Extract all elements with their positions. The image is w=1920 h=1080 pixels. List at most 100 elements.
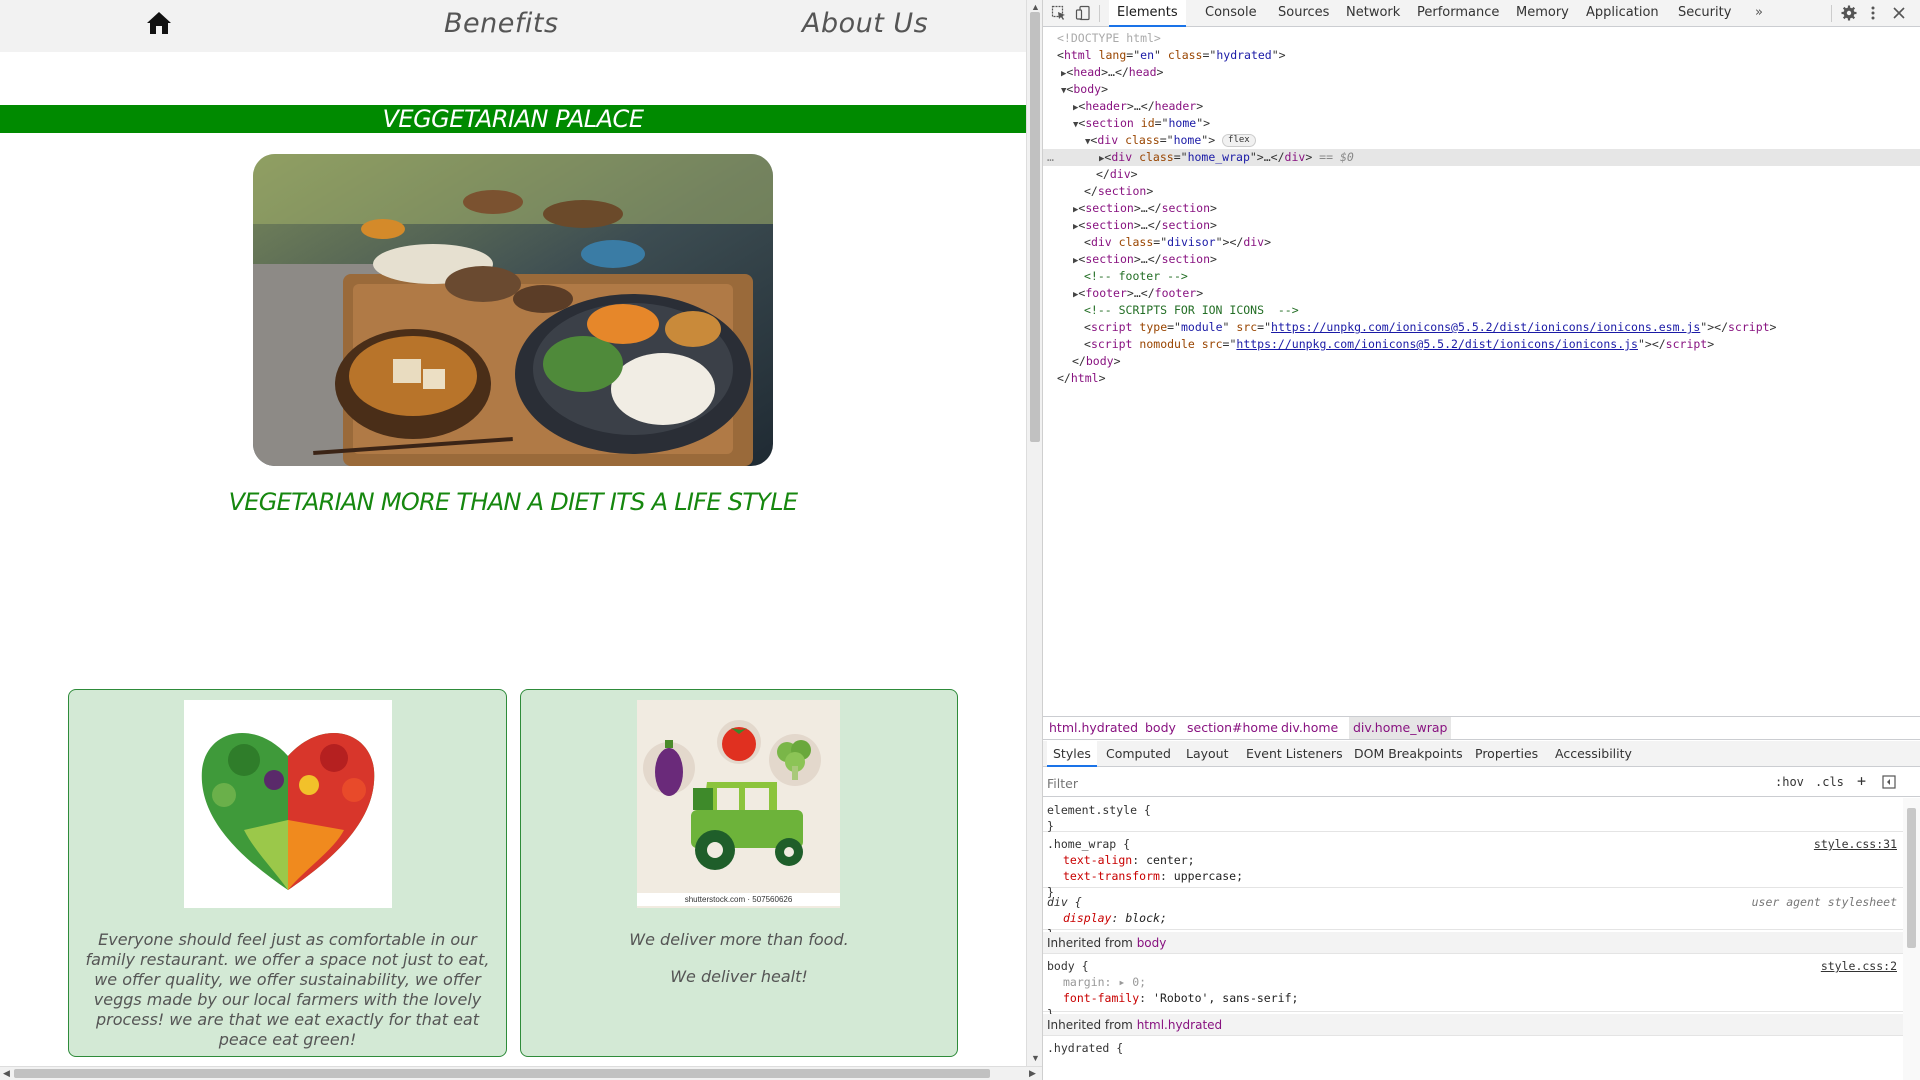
collapse-triangle-icon[interactable]: ▼ [1085, 137, 1090, 147]
card-line-2: We deliver healt! [670, 967, 808, 986]
style-declaration[interactable]: text-transform: uppercase; [1063, 868, 1243, 884]
nav-link-about-us[interactable]: About Us [802, 8, 928, 39]
breadcrumb-item[interactable]: body [1145, 720, 1176, 735]
flex-badge[interactable]: flex [1222, 134, 1256, 147]
dom-footer-node[interactable]: ▶<footer>…</footer> [1043, 285, 1920, 302]
styles-filter-row: :hov .cls + [1043, 769, 1920, 797]
dom-section-node[interactable]: ▶<section>…</section> [1043, 200, 1920, 217]
tab-security[interactable]: Security [1678, 0, 1731, 27]
dom-div-home-wrap-node[interactable]: … ▶<div class="home_wrap">…</div> == $0 [1043, 149, 1920, 166]
style-declaration-inactive[interactable]: margin: ▸ 0; [1063, 974, 1146, 990]
tab-event-listeners[interactable]: Event Listeners [1246, 741, 1343, 767]
dom-div-home-node[interactable]: ▼<div class="home"> flex [1043, 132, 1920, 149]
benefit-card-delivery: shutterstock.com · 507560626 We deliver … [520, 689, 958, 1057]
dom-head-node[interactable]: ▶<head>…</head> [1043, 64, 1920, 81]
dom-body-close[interactable]: </body> [1043, 353, 1920, 370]
dom-div-close[interactable]: </div> [1043, 166, 1920, 183]
expand-triangle-icon[interactable]: ▶ [1073, 103, 1078, 113]
collapse-triangle-icon[interactable]: ▼ [1061, 86, 1066, 96]
breadcrumb-item[interactable]: html.hydrated [1049, 720, 1138, 735]
style-declaration[interactable]: display: block; [1063, 910, 1167, 926]
scrollbar-thumb[interactable] [1030, 12, 1040, 442]
dom-section-node[interactable]: ▶<section>…</section> [1043, 251, 1920, 268]
tab-dom-breakpoints[interactable]: DOM Breakpoints [1354, 741, 1463, 767]
nav-link-benefits[interactable]: Benefits [444, 8, 559, 39]
dom-div-divisor-node[interactable]: <div class="divisor"></div> [1043, 234, 1920, 251]
expand-triangle-icon[interactable]: ▶ [1073, 222, 1078, 232]
styles-pane-tabs: Styles Computed Layout Event Listeners D… [1043, 741, 1920, 767]
more-options-icon[interactable] [1865, 5, 1881, 21]
close-icon[interactable] [1891, 5, 1907, 21]
dom-body-node[interactable]: ▼<body> [1043, 81, 1920, 98]
class-toggle[interactable]: .cls [1815, 775, 1844, 789]
style-declaration[interactable]: text-align: center; [1063, 852, 1195, 868]
tab-elements[interactable]: Elements [1109, 0, 1186, 27]
page-vertical-scrollbar[interactable]: ▲ ▼ [1026, 0, 1042, 1066]
breadcrumb-item[interactable]: div.home [1281, 720, 1338, 735]
tab-console[interactable]: Console [1205, 0, 1257, 27]
tab-performance[interactable]: Performance [1417, 0, 1499, 27]
dom-doctype[interactable]: <!DOCTYPE html> [1043, 30, 1920, 47]
styles-scrollbar[interactable] [1903, 798, 1920, 1080]
dom-script-nomodule-node[interactable]: <script nomodule src="https://unpkg.com/… [1043, 336, 1920, 353]
dom-section-close[interactable]: </section> [1043, 183, 1920, 200]
device-toolbar-icon[interactable] [1075, 5, 1091, 21]
breadcrumb-item-active[interactable]: div.home_wrap [1349, 717, 1452, 739]
new-style-rule-button[interactable]: + [1857, 772, 1866, 790]
tab-network[interactable]: Network [1346, 0, 1400, 27]
dom-html-node[interactable]: <html lang="en" class="hydrated"> [1043, 47, 1920, 64]
expand-triangle-icon[interactable]: ▶ [1073, 256, 1078, 266]
node-actions-dots[interactable]: … [1047, 149, 1054, 166]
scrollbar-thumb[interactable] [1907, 808, 1916, 948]
collapse-triangle-icon[interactable]: ▼ [1073, 120, 1078, 130]
tab-layout[interactable]: Layout [1186, 741, 1229, 767]
hover-state-toggle[interactable]: :hov [1775, 775, 1804, 789]
styles-filter-input[interactable] [1047, 773, 1767, 793]
rule-source-user-agent: user agent stylesheet [1751, 895, 1897, 909]
dom-section-node[interactable]: ▶<section>…</section> [1043, 217, 1920, 234]
script-src-link[interactable]: https://unpkg.com/ionicons@5.5.2/dist/io… [1271, 320, 1700, 334]
tab-computed[interactable]: Computed [1106, 741, 1171, 767]
scroll-up-arrow-icon[interactable]: ▲ [1031, 2, 1040, 12]
settings-gear-icon[interactable] [1841, 5, 1857, 21]
scroll-right-arrow-icon[interactable]: ▶ [1029, 1068, 1036, 1079]
scroll-left-arrow-icon[interactable]: ◀ [3, 1068, 10, 1079]
dom-comment-footer[interactable]: <!-- footer --> [1043, 268, 1920, 285]
scrollbar-thumb[interactable] [14, 1069, 990, 1078]
dom-script-module-node[interactable]: <script type="module" src="https://unpkg… [1043, 319, 1920, 336]
dom-section-home-node[interactable]: ▼<section id="home"> [1043, 115, 1920, 132]
page-horizontal-scrollbar[interactable]: ◀ ▶ [0, 1066, 1042, 1080]
style-rule-div[interactable]: div { user agent stylesheet display: blo… [1043, 890, 1903, 941]
style-rule-hydrated[interactable]: .hydrated { [1043, 1036, 1903, 1076]
expand-triangle-icon[interactable]: ▶ [1073, 290, 1078, 300]
dom-tree: <!DOCTYPE html> <html lang="en" class="h… [1043, 30, 1920, 710]
tab-properties[interactable]: Properties [1475, 741, 1538, 767]
toggle-computed-sidebar-icon[interactable] [1882, 775, 1896, 789]
tab-memory[interactable]: Memory [1516, 0, 1569, 27]
expand-triangle-icon[interactable]: ▶ [1073, 205, 1078, 215]
dom-header-node[interactable]: ▶<header>…</header> [1043, 98, 1920, 115]
dom-html-close[interactable]: </html> [1043, 370, 1920, 387]
image-caption: shutterstock.com · 507560626 [637, 893, 840, 906]
script-src-link[interactable]: https://unpkg.com/ionicons@5.5.2/dist/io… [1236, 337, 1638, 351]
tab-application[interactable]: Application [1586, 0, 1659, 27]
tab-sources[interactable]: Sources [1278, 0, 1329, 27]
style-rule-body[interactable]: body { style.css:2 margin: ▸ 0; font-fam… [1043, 954, 1903, 1021]
rule-selector: element.style { [1047, 803, 1151, 817]
style-declaration[interactable]: font-family: 'Roboto', sans-serif; [1063, 990, 1298, 1006]
tab-styles[interactable]: Styles [1047, 741, 1097, 767]
home-icon[interactable] [146, 10, 172, 36]
scroll-down-arrow-icon[interactable]: ▼ [1031, 1053, 1040, 1063]
tab-accessibility[interactable]: Accessibility [1555, 741, 1632, 767]
dom-comment-scripts[interactable]: <!-- SCRIPTS FOR ION ICONS --> [1043, 302, 1920, 319]
expand-triangle-icon[interactable]: ▶ [1061, 69, 1066, 79]
more-tabs-button[interactable]: » [1755, 0, 1763, 27]
tagline: VEGETARIAN MORE THAN A DIET ITS A LIFE S… [228, 488, 798, 516]
style-rule-element[interactable]: element.style { } [1043, 798, 1903, 833]
expand-triangle-icon[interactable]: ▶ [1099, 154, 1104, 164]
style-rule-home-wrap[interactable]: .home_wrap { style.css:31 text-align: ce… [1043, 832, 1903, 899]
rule-source-link[interactable]: style.css:2 [1821, 958, 1897, 974]
inspect-element-icon[interactable] [1051, 5, 1067, 21]
breadcrumb-item[interactable]: section#home [1187, 720, 1278, 735]
rule-source-link[interactable]: style.css:31 [1814, 836, 1897, 852]
